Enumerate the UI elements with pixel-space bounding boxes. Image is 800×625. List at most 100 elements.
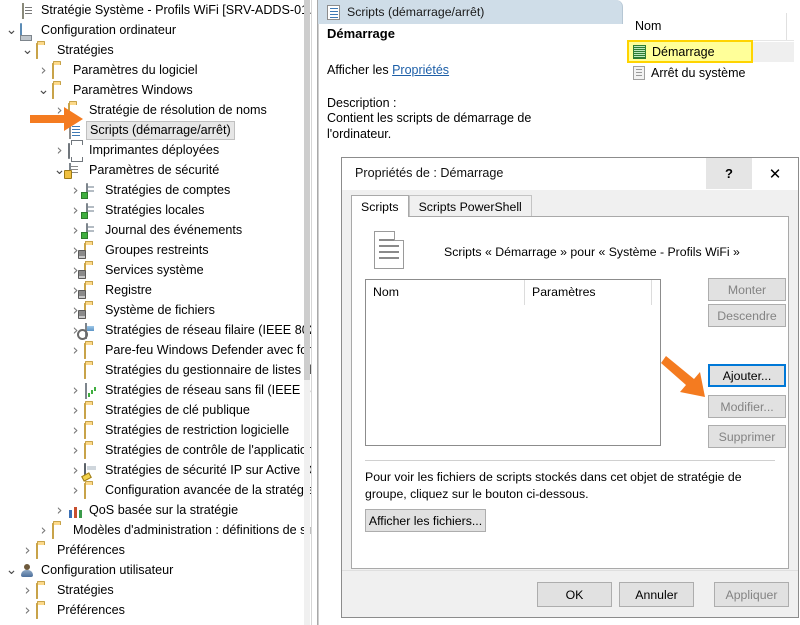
chevron-down-icon[interactable]: ⌄ [4, 23, 19, 37]
tree-item-1[interactable]: ⌄ Stratégies [0, 40, 311, 60]
tree-item-22[interactable]: › Stratégies de sécurité IP sur Active Di… [0, 460, 311, 480]
close-icon[interactable]: ✕ [752, 158, 798, 189]
scripts-listview[interactable]: Nom Paramètres [365, 279, 661, 446]
tree-item-11[interactable]: › Groupes restreints [0, 240, 311, 260]
chevron-right-icon[interactable]: › [68, 440, 83, 460]
folder-icon [83, 401, 101, 419]
tab-scripts[interactable]: Scripts [351, 195, 409, 217]
tree-item-24[interactable]: › QoS basée sur la stratégie [0, 500, 311, 520]
tree-item-18[interactable]: › Stratégies de réseau sans fil (IEEE 802… [0, 380, 311, 400]
tree-scrollbar-thumb[interactable] [304, 0, 310, 380]
properties-link[interactable]: Propriétés [392, 63, 449, 77]
dialog-title-bar[interactable]: Propriétés de : Démarrage ? ✕ [342, 158, 798, 190]
move-down-button[interactable]: Descendre [708, 304, 786, 327]
list-item-label: Démarrage [652, 45, 715, 59]
chevron-right-icon[interactable]: › [36, 520, 51, 540]
tree-item-label: Groupes restreints [105, 243, 209, 257]
policy-tree[interactable]: > Stratégie Système - Profils WiFi [SRV-A… [0, 0, 311, 620]
chevron-down-icon[interactable]: ⌄ [20, 43, 35, 57]
pane-splitter[interactable] [311, 0, 318, 625]
list-item[interactable]: Démarrage [627, 40, 794, 63]
tree-root-item[interactable]: > Stratégie Système - Profils WiFi [SRV-A… [0, 0, 311, 20]
chevron-right-icon[interactable]: › [20, 580, 35, 600]
folder-icon [35, 601, 53, 619]
tree-item-3[interactable]: ⌄ Paramètres Windows [0, 80, 311, 100]
chevron-right-icon[interactable]: › [68, 400, 83, 420]
help-button[interactable]: ? [706, 158, 752, 189]
startup-script-icon [633, 45, 646, 59]
list-column-header-nom[interactable]: Nom [635, 19, 661, 33]
chevron-right-icon[interactable]: › [52, 500, 67, 520]
move-up-button[interactable]: Monter [708, 278, 786, 301]
tree-item-10[interactable]: › Journal des événements [0, 220, 311, 240]
chevron-right-icon[interactable]: › [52, 140, 67, 160]
tree-scrollbar[interactable] [304, 0, 310, 625]
tree-item-label: Imprimantes déployées [89, 143, 220, 157]
chevron-right-icon[interactable]: › [68, 420, 83, 440]
listview-col-nom[interactable]: Nom [373, 285, 399, 299]
tree-item-26[interactable]: › Préférences [0, 540, 311, 560]
tree-item-28[interactable]: › Stratégies [0, 580, 311, 600]
ok-button[interactable]: OK [537, 582, 612, 607]
folder-icon [83, 441, 101, 459]
tree-item-label: Stratégies de réseau sans fil (IEEE 802. [105, 383, 311, 397]
list-item[interactable]: Arrêt du système [629, 63, 794, 83]
tree-item-16[interactable]: › Pare-feu Windows Defender avec fon [0, 340, 311, 360]
tree-item-label: Stratégies [57, 43, 114, 57]
chevron-right-icon[interactable]: › [68, 480, 83, 500]
tree-item-23[interactable]: › Configuration avancée de la stratégie [0, 480, 311, 500]
tree-item-17[interactable]: › Stratégies du gestionnaire de listes de [0, 360, 311, 380]
tree-item-label: Paramètres Windows [73, 83, 193, 97]
tree-item-6[interactable]: › Imprimantes déployées [0, 140, 311, 160]
tree-item-27[interactable]: ⌄ Configuration utilisateur [0, 560, 311, 580]
tree-item-label: Pare-feu Windows Defender avec fon [105, 343, 311, 357]
show-files-button[interactable]: Afficher les fichiers... [365, 509, 486, 532]
tree-item-7[interactable]: ⌄ Paramètres de sécurité [0, 160, 311, 180]
listview-col-parametres[interactable]: Paramètres [532, 285, 596, 299]
apply-button[interactable]: Appliquer [714, 582, 789, 607]
computer-icon [19, 21, 37, 39]
tree-item-12[interactable]: › Services système [0, 260, 311, 280]
chevron-right-icon[interactable]: › [68, 380, 83, 400]
tree-item-25[interactable]: › Modèles d'administration : définitions … [0, 520, 311, 540]
tree-item-15[interactable]: › Stratégies de réseau filaire (IEEE 802.… [0, 320, 311, 340]
scripts-list[interactable]: Nom Démarrage Arrêt du système [623, 13, 800, 85]
chevron-right-icon[interactable]: › [20, 540, 35, 560]
tree-item-5[interactable]: › Scripts (démarrage/arrêt) [0, 120, 311, 140]
chevron-right-icon[interactable]: › [20, 600, 35, 620]
tree-item-label: Stratégies de clé publique [105, 403, 250, 417]
folder-icon [35, 41, 53, 59]
chevron-right-icon[interactable]: › [52, 100, 67, 120]
chevron-right-icon[interactable]: › [68, 340, 83, 360]
edit-button[interactable]: Modifier... [708, 395, 786, 418]
add-button[interactable]: Ajouter... [708, 364, 786, 387]
dialog-note-text: Pour voir les fichiers de scripts stocké… [365, 470, 742, 501]
tree-item-8[interactable]: › Stratégies de comptes [0, 180, 311, 200]
chevron-right-icon[interactable]: › [36, 60, 51, 80]
tree-item-19[interactable]: › Stratégies de clé publique [0, 400, 311, 420]
script-icon [67, 121, 85, 139]
chevron-placeholder-icon: > [4, 0, 19, 20]
tree-item-2[interactable]: › Paramètres du logiciel [0, 60, 311, 80]
tree-item-0[interactable]: ⌄ Configuration ordinateur [0, 20, 311, 40]
remove-button[interactable]: Supprimer [708, 425, 786, 448]
tab-scripts-powershell[interactable]: Scripts PowerShell [408, 195, 532, 217]
tree-item-9[interactable]: › Stratégies locales [0, 200, 311, 220]
tree-item-4[interactable]: › Stratégie de résolution de noms [0, 100, 311, 120]
folder-icon [51, 81, 69, 99]
script-document-icon [374, 231, 404, 269]
tree-item-13[interactable]: › Registre [0, 280, 311, 300]
dialog-tabs[interactable]: Scripts Scripts PowerShell [351, 195, 532, 217]
policy-tree-pane[interactable]: > Stratégie Système - Profils WiFi [SRV-A… [0, 0, 311, 625]
tree-item-20[interactable]: › Stratégies de restriction logicielle [0, 420, 311, 440]
chevron-down-icon[interactable]: ⌄ [4, 563, 19, 577]
chevron-down-icon[interactable]: ⌄ [36, 83, 51, 97]
cancel-button[interactable]: Annuler [619, 582, 694, 607]
tree-item-29[interactable]: › Préférences [0, 600, 311, 620]
folder-icon [83, 421, 101, 439]
tree-item-14[interactable]: › Système de fichiers [0, 300, 311, 320]
properties-dialog[interactable]: Propriétés de : Démarrage ? ✕ Scripts Sc… [341, 157, 799, 618]
tree-item-21[interactable]: › Stratégies de contrôle de l'application [0, 440, 311, 460]
folder-icon [35, 581, 53, 599]
dialog-title: Propriétés de : Démarrage [355, 166, 504, 180]
